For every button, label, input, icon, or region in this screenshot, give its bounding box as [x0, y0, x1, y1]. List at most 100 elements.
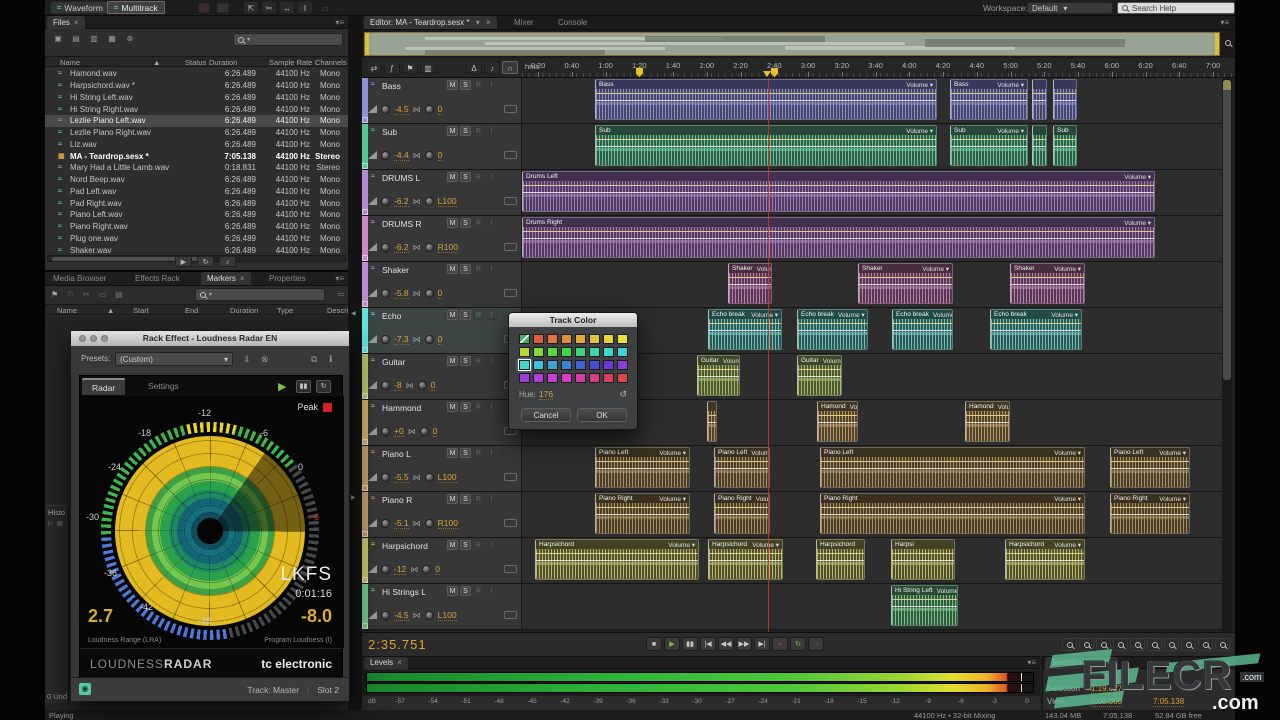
audio-clip[interactable]: Piano RightVolume ▾	[820, 493, 1085, 534]
audio-clip[interactable]	[707, 401, 717, 442]
window-zoom-icon[interactable]	[101, 335, 108, 342]
clip-volume-label[interactable]: Volume ▾	[823, 357, 841, 365]
envelope-line[interactable]	[1033, 100, 1046, 101]
clip-volume-label[interactable]: Volume ▾	[997, 127, 1024, 135]
clip-volume-label[interactable]: Volume ▾	[723, 357, 739, 365]
close-icon[interactable]: ×	[240, 274, 245, 283]
file-row[interactable]: ≈Lezlie Piano Right.wav6:26.48944100 HzM…	[45, 127, 348, 139]
marker-list-icon[interactable]: ≔	[337, 290, 345, 299]
clip-volume-label[interactable]: Volume ▾	[752, 541, 779, 549]
color-swatch[interactable]	[603, 334, 614, 344]
cancel-button[interactable]: Cancel	[521, 408, 571, 422]
pan-value[interactable]: 0	[435, 564, 440, 575]
solo-button[interactable]: S	[460, 80, 471, 90]
close-icon[interactable]: ×	[397, 658, 402, 667]
envelope-line[interactable]	[536, 560, 698, 561]
clip-volume-label[interactable]: Volume ▾	[1054, 265, 1081, 273]
audio-clip[interactable]: GuitarVolume ▾	[697, 355, 740, 396]
pan-knob[interactable]	[425, 473, 434, 482]
pan-value[interactable]: L100	[438, 610, 457, 621]
auto-crossfade-icon[interactable]: ⇄	[366, 61, 382, 74]
tab-settings[interactable]: Settings	[138, 378, 189, 395]
loop-playback-button[interactable]: ↻	[790, 637, 806, 651]
monitor-input-button[interactable]: I	[486, 540, 497, 550]
audio-clip[interactable]	[1032, 125, 1047, 166]
close-icon[interactable]: ×	[486, 18, 491, 27]
volume-value[interactable]: -6.2	[394, 196, 409, 207]
volume-envelope-line[interactable]	[821, 461, 1084, 462]
volume-envelope-line[interactable]	[1006, 553, 1084, 554]
envelope-line[interactable]	[1006, 560, 1084, 561]
mute-button[interactable]: M	[447, 218, 458, 228]
mute-button[interactable]: M	[447, 310, 458, 320]
clip-volume-label[interactable]: Volume ▾	[751, 449, 769, 457]
track-header[interactable]: ≈EchoMSRI-7.3⋈0	[362, 308, 522, 354]
files-autoplay-button[interactable]: ♪	[219, 256, 236, 267]
file-row[interactable]: ≈Piano Left.wav6:26.48944100 HzMono	[45, 209, 348, 221]
track-lane[interactable]: Piano RightVolume ▾Piano RightVolume ▾Pi…	[522, 492, 1222, 538]
pan-knob[interactable]	[425, 611, 434, 620]
volume-value[interactable]: -8	[394, 380, 402, 391]
solo-button[interactable]: S	[460, 172, 471, 182]
audio-clip[interactable]: Piano LeftVolume ▾	[714, 447, 770, 488]
color-swatch[interactable]	[519, 334, 530, 344]
envelope-line[interactable]	[991, 330, 1081, 331]
color-swatch[interactable]	[617, 334, 628, 344]
punch-mode-icon[interactable]	[217, 3, 229, 13]
envelope-line[interactable]	[1033, 146, 1046, 147]
audio-clip[interactable]: Piano RightVolume ▾	[714, 493, 770, 534]
volume-envelope-line[interactable]	[798, 323, 867, 324]
color-swatch[interactable]	[561, 360, 572, 370]
multitrack-view-button[interactable]: ≈ Multitrack	[107, 1, 165, 14]
audio-clip[interactable]	[1032, 79, 1047, 120]
files-column-header[interactable]: Name ▲ Status Duration Sample Rate Chann…	[45, 56, 348, 67]
panel-menu-icon[interactable]: ▾≡	[335, 274, 344, 283]
metering-icon[interactable]: ▥	[420, 61, 436, 74]
history-play-icon[interactable]: ▷	[48, 520, 53, 527]
volume-knob[interactable]	[381, 197, 390, 206]
zoom-in-time-button[interactable]	[1181, 638, 1196, 651]
volume-envelope-line[interactable]	[951, 93, 1027, 94]
close-icon[interactable]: ×	[1107, 658, 1112, 667]
envelope-line[interactable]	[596, 514, 689, 515]
file-row[interactable]: ≈Piano Right.wav6:26.48944100 HzMono	[45, 221, 348, 233]
pan-value[interactable]: 0	[438, 150, 443, 161]
volume-envelope-line[interactable]	[523, 231, 1154, 232]
go-to-start-button[interactable]: |◀	[700, 637, 716, 651]
track-header[interactable]: ≈HarpsichordMSRI-12⋈0	[362, 538, 522, 584]
clip-volume-label[interactable]: Volume ▾	[659, 495, 686, 503]
monitor-input-button[interactable]: I	[486, 310, 497, 320]
file-row[interactable]: ≈Plug one.wav6:26.48944100 HzMono	[45, 233, 348, 245]
volume-envelope-line[interactable]	[596, 461, 689, 462]
audio-clip[interactable]: ShakerVolume ▾	[858, 263, 953, 304]
envelope-line[interactable]	[951, 100, 1027, 101]
volume-knob[interactable]	[381, 427, 390, 436]
volume-value[interactable]: +0	[394, 426, 404, 437]
clip-volume-label[interactable]: Volume ▾	[838, 311, 865, 319]
track-header[interactable]: ≈GuitarMSRI-8⋈0	[362, 354, 522, 400]
color-swatch[interactable]	[589, 334, 600, 344]
file-row[interactable]: ≈Lezlie Piano Left.wav6:26.48944100 HzMo…	[45, 115, 348, 127]
volume-envelope-line[interactable]	[709, 553, 782, 554]
save-preset-icon[interactable]: ⇓	[243, 354, 251, 365]
view-start-value[interactable]: 0:00.000	[1091, 697, 1122, 707]
mute-button[interactable]: M	[447, 126, 458, 136]
view-end-value[interactable]: 7:05.138	[1153, 697, 1184, 707]
audio-clip[interactable]: Harpsi	[891, 539, 955, 580]
volume-envelope-line[interactable]	[893, 323, 952, 324]
volume-envelope-line[interactable]	[596, 507, 689, 508]
clip-volume-label[interactable]: Volume ▾	[906, 81, 933, 89]
color-swatch[interactable]	[533, 334, 544, 344]
audio-clip[interactable]: Harpsichord	[816, 539, 865, 580]
track-lane[interactable]: HarpsichordVolume ▾HarpsichordVolume ▾Ha…	[522, 538, 1222, 584]
monitor-input-button[interactable]: I	[486, 218, 497, 228]
insert-marker-icon[interactable]: ▤	[115, 290, 123, 299]
arm-record-button[interactable]: R	[473, 402, 484, 412]
zoom-to-selection-button[interactable]	[1130, 638, 1145, 651]
pan-value[interactable]: R100	[438, 242, 458, 253]
clip-volume-label[interactable]: Volume ▾	[756, 495, 769, 503]
panel-divider[interactable]: ◀ ▶	[348, 16, 362, 710]
mute-button[interactable]: M	[447, 402, 458, 412]
lasso-tool[interactable]: ◌	[335, 1, 351, 14]
effect-power-toggle[interactable]: ◉	[79, 683, 91, 695]
